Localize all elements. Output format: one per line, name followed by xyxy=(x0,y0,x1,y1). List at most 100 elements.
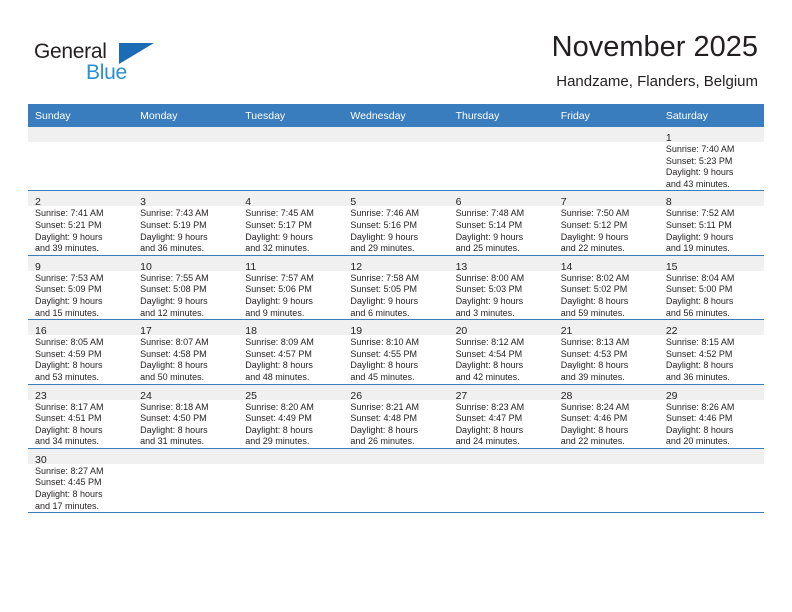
day-detail-line: and 43 minutes. xyxy=(665,178,730,189)
logo-text-blue: Blue xyxy=(86,61,127,84)
day-number-strip: 17 xyxy=(133,320,239,338)
day-number: 16 xyxy=(35,325,47,338)
day-detail-line: Sunrise: 7:48 AM xyxy=(455,208,525,219)
day-number-strip: 3 xyxy=(133,191,239,208)
day-cell-inner: 15 Sunrise: 8:04 AM Sunset: 5:00 PM Dayligh… xyxy=(658,255,764,319)
day-cell-details: Sunrise: 8:18 AM Sunset: 4:50 PM Daylight:… xyxy=(133,400,238,448)
day-number-strip xyxy=(658,448,764,464)
day-cell-inner: 19 Sunrise: 8:10 AM Sunset: 4:55 PM Dayligh… xyxy=(343,320,449,383)
calendar-day-cell[interactable]: 12 Sunrise: 7:58 AM Sunset: 5:05 PM Dayligh… xyxy=(343,255,449,321)
day-cell-details xyxy=(554,142,659,144)
calendar-day-cell[interactable]: 27 Sunrise: 8:23 AM Sunset: 4:47 PM Dayligh… xyxy=(448,384,554,449)
day-cell-details: Sunrise: 7:50 AM Sunset: 5:12 PM Daylight:… xyxy=(554,206,659,254)
calendar-day-cell[interactable]: 8 Sunrise: 7:52 AM Sunset: 5:11 PM Daylight… xyxy=(658,190,764,256)
calendar-day-cell[interactable]: 17 Sunrise: 8:07 AM Sunset: 4:58 PM Dayligh… xyxy=(133,319,239,385)
day-detail-line: Sunrise: 7:52 AM xyxy=(665,208,735,219)
calendar-day-cell[interactable]: 11 Sunrise: 7:57 AM Sunset: 5:06 PM Dayligh… xyxy=(238,255,344,321)
day-detail-line: and 25 minutes. xyxy=(455,243,520,254)
calendar-day-cell[interactable]: 23 Sunrise: 8:17 AM Sunset: 4:51 PM Dayligh… xyxy=(28,384,134,449)
calendar-day-cell[interactable]: 21 Sunrise: 8:13 AM Sunset: 4:53 PM Dayligh… xyxy=(553,319,659,385)
day-number-strip xyxy=(28,127,134,142)
day-number-strip: 20 xyxy=(448,320,554,337)
day-detail-line: Daylight: 9 hours xyxy=(455,295,524,306)
weekday-header-wednesday: Wednesday xyxy=(343,104,449,127)
day-cell-inner: 30 Sunrise: 8:27 AM Sunset: 4:45 PM Dayligh… xyxy=(28,448,134,512)
calendar-day-cell[interactable]: 30 Sunrise: 8:27 AM Sunset: 4:45 PM Dayligh… xyxy=(28,448,134,514)
calendar-day-cell[interactable]: 2 Sunrise: 7:41 AM Sunset: 5:21 PM Daylight… xyxy=(28,190,134,256)
day-cell-inner: 18 Sunrise: 8:09 AM Sunset: 4:57 PM Dayligh… xyxy=(238,320,344,383)
calendar-day-cell[interactable]: 25 Sunrise: 8:20 AM Sunset: 4:49 PM Dayligh… xyxy=(238,384,344,449)
calendar-day-cell[interactable]: 6 Sunrise: 7:48 AM Sunset: 5:14 PM Daylight… xyxy=(448,190,554,256)
day-detail-line: Sunrise: 7:50 AM xyxy=(560,208,630,219)
day-cell-inner xyxy=(238,448,344,512)
day-number-strip: 16 xyxy=(28,320,134,338)
day-cell-details: Sunrise: 8:05 AM Sunset: 4:59 PM Daylight:… xyxy=(28,335,133,383)
day-cell-details: Sunrise: 8:23 AM Sunset: 4:47 PM Daylight:… xyxy=(449,400,554,448)
day-detail-line: Daylight: 9 hours xyxy=(245,295,313,306)
day-detail-line: Daylight: 9 hours xyxy=(665,167,734,178)
day-number: 22 xyxy=(665,325,678,338)
day-detail-line: Sunset: 4:54 PM xyxy=(455,348,523,359)
calendar-day-cell[interactable]: 4 Sunrise: 7:45 AM Sunset: 5:17 PM Daylight… xyxy=(238,190,344,256)
day-cell-inner: 21 Sunrise: 8:13 AM Sunset: 4:53 PM Dayligh… xyxy=(553,320,659,383)
day-cell-inner: 13 Sunrise: 8:00 AM Sunset: 5:03 PM Dayligh… xyxy=(448,255,554,319)
day-detail-line: Daylight: 8 hours xyxy=(560,360,629,371)
calendar-day-cell[interactable]: 15 Sunrise: 8:04 AM Sunset: 5:00 PM Dayligh… xyxy=(658,255,764,321)
day-cell-inner xyxy=(553,448,659,512)
day-cell-inner: 24 Sunrise: 8:18 AM Sunset: 4:50 PM Dayligh… xyxy=(133,384,239,448)
calendar-day-cell[interactable]: 16 Sunrise: 8:05 AM Sunset: 4:59 PM Dayligh… xyxy=(28,319,134,385)
day-detail-line: Daylight: 8 hours xyxy=(350,360,418,371)
calendar-day-cell[interactable]: 29 Sunrise: 8:26 AM Sunset: 4:46 PM Dayligh… xyxy=(658,384,764,449)
day-number: 24 xyxy=(140,389,152,402)
calendar-day-cell[interactable]: 14 Sunrise: 8:02 AM Sunset: 5:02 PM Dayligh… xyxy=(553,255,659,321)
day-cell-inner: 20 Sunrise: 8:12 AM Sunset: 4:54 PM Dayligh… xyxy=(448,320,554,383)
calendar-day-cell[interactable]: 5 Sunrise: 7:46 AM Sunset: 5:16 PM Daylight… xyxy=(343,190,449,256)
calendar-empty-cell xyxy=(553,127,659,192)
calendar-day-cell[interactable]: 20 Sunrise: 8:12 AM Sunset: 4:54 PM Dayligh… xyxy=(448,319,554,385)
day-cell-inner xyxy=(28,127,134,190)
day-number-strip: 9 xyxy=(28,255,134,273)
day-detail-line: Sunrise: 7:41 AM xyxy=(35,208,104,219)
day-detail-line: and 32 minutes. xyxy=(245,243,310,254)
day-number-strip xyxy=(553,127,659,142)
calendar-day-cell[interactable]: 3 Sunrise: 7:43 AM Sunset: 5:19 PM Daylight… xyxy=(133,190,239,256)
calendar-week-row: 16 Sunrise: 8:05 AM Sunset: 4:59 PM Dayligh… xyxy=(28,319,764,385)
calendar-empty-cell xyxy=(238,127,344,192)
calendar-day-cell[interactable]: 28 Sunrise: 8:24 AM Sunset: 4:46 PM Dayligh… xyxy=(553,384,659,449)
calendar-day-cell[interactable]: 22 Sunrise: 8:15 AM Sunset: 4:52 PM Dayligh… xyxy=(658,319,764,385)
day-detail-line: Sunrise: 8:21 AM xyxy=(350,401,419,412)
calendar-day-cell[interactable]: 26 Sunrise: 8:21 AM Sunset: 4:48 PM Dayligh… xyxy=(343,384,449,449)
day-detail-line: Sunset: 5:09 PM xyxy=(35,284,102,295)
day-number-strip: 28 xyxy=(553,384,659,402)
day-number: 17 xyxy=(140,325,152,338)
day-detail-line: Daylight: 9 hours xyxy=(350,295,418,306)
calendar-empty-cell xyxy=(448,448,554,514)
day-cell-details xyxy=(133,464,238,466)
day-detail-line: Sunset: 4:46 PM xyxy=(665,413,733,424)
calendar-day-cell[interactable]: 18 Sunrise: 8:09 AM Sunset: 4:57 PM Dayligh… xyxy=(238,319,344,385)
day-number: 13 xyxy=(455,260,468,273)
day-number-strip: 15 xyxy=(658,255,764,273)
day-detail-line: and 50 minutes. xyxy=(140,371,205,382)
day-detail-line: Sunset: 5:11 PM xyxy=(665,219,732,230)
day-cell-inner: 14 Sunrise: 8:02 AM Sunset: 5:02 PM Dayligh… xyxy=(553,255,659,319)
day-cell-inner: 10 Sunrise: 7:55 AM Sunset: 5:08 PM Dayligh… xyxy=(133,255,239,319)
calendar-day-cell[interactable]: 9 Sunrise: 7:53 AM Sunset: 5:09 PM Daylight… xyxy=(28,255,134,321)
day-detail-line: and 39 minutes. xyxy=(560,371,625,382)
day-detail-line: Sunrise: 8:20 AM xyxy=(245,401,314,412)
calendar-day-cell[interactable]: 13 Sunrise: 8:00 AM Sunset: 5:03 PM Dayligh… xyxy=(448,255,554,321)
day-cell-details xyxy=(449,142,554,144)
calendar-day-cell[interactable]: 19 Sunrise: 8:10 AM Sunset: 4:55 PM Dayligh… xyxy=(343,319,449,385)
day-detail-line: Sunset: 4:59 PM xyxy=(35,348,102,359)
day-detail-line: Sunrise: 8:24 AM xyxy=(560,401,630,412)
calendar-day-cell[interactable]: 7 Sunrise: 7:50 AM Sunset: 5:12 PM Daylight… xyxy=(553,190,659,256)
day-detail-line: Sunrise: 8:13 AM xyxy=(560,337,630,348)
day-detail-line: Sunset: 4:49 PM xyxy=(245,413,312,424)
day-number: 27 xyxy=(455,389,468,402)
day-cell-details: Sunrise: 8:24 AM Sunset: 4:46 PM Daylight:… xyxy=(554,400,659,448)
calendar-day-cell[interactable]: 10 Sunrise: 7:55 AM Sunset: 5:08 PM Dayligh… xyxy=(133,255,239,321)
calendar-day-cell[interactable]: 1 Sunrise: 7:40 AM Sunset: 5:23 PM Daylight… xyxy=(658,127,764,192)
day-detail-line: Sunrise: 7:57 AM xyxy=(245,272,314,283)
day-cell-inner xyxy=(553,127,659,190)
calendar-day-cell[interactable]: 24 Sunrise: 8:18 AM Sunset: 4:50 PM Dayligh… xyxy=(133,384,239,449)
